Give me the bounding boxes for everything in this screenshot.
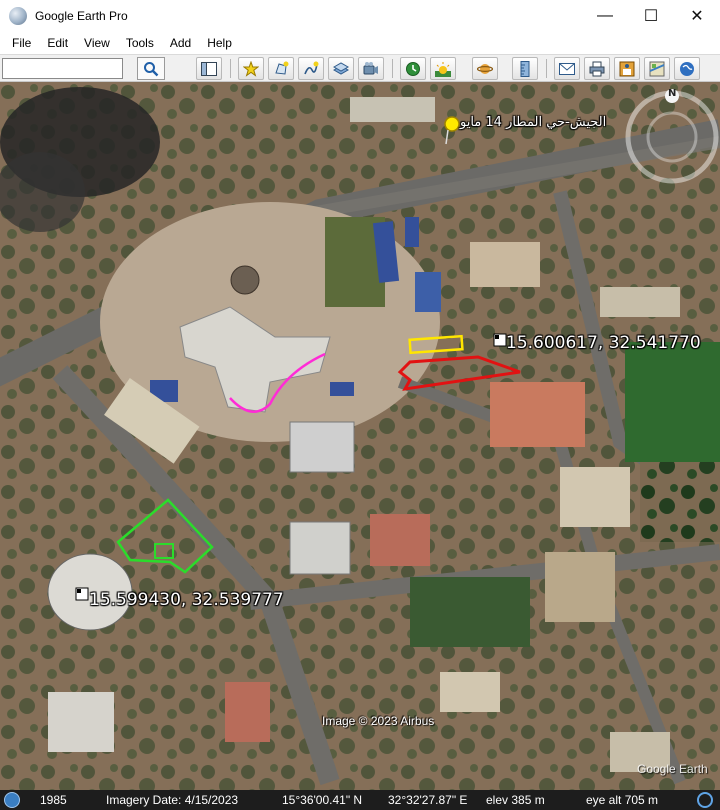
search-button[interactable]: [137, 57, 165, 80]
coordinate-label[interactable]: 15.600617, 32.541770: [506, 333, 701, 353]
elevation-readout: elev 385 m: [486, 793, 545, 807]
coordinate-marker-icon[interactable]: [75, 587, 89, 601]
earth-gallery-icon: [680, 61, 694, 76]
add-image-overlay-icon: [333, 61, 349, 75]
toolbar: [0, 54, 720, 82]
imagery-date: Imagery Date: 4/15/2023: [106, 793, 239, 807]
sunlight-icon: [435, 61, 451, 77]
print-button[interactable]: [584, 57, 610, 80]
search-input[interactable]: [2, 58, 123, 79]
print-icon: [589, 61, 605, 76]
add-placemark-icon: [243, 60, 259, 77]
view-in-maps-icon: [649, 61, 665, 76]
menu-edit[interactable]: Edit: [39, 36, 76, 50]
historical-imagery-icon[interactable]: [4, 792, 20, 808]
status-bar: 1985 Imagery Date: 4/15/2023 15°36'00.41…: [0, 790, 720, 810]
minimize-button[interactable]: —: [582, 0, 628, 32]
sunlight-button[interactable]: [430, 57, 456, 80]
maximize-button[interactable]: ☐: [628, 0, 674, 32]
satellite-imagery: [0, 82, 720, 790]
coordinate-label[interactable]: 15.599430, 32.539777: [89, 590, 284, 610]
add-polygon-button[interactable]: [268, 57, 294, 80]
menu-file[interactable]: File: [4, 36, 39, 50]
compass-north-label: N: [668, 88, 677, 99]
historical-year: 1985: [40, 793, 67, 807]
map-viewport[interactable]: الجيش-حي المطار 14 مايو 15.600617, 32.54…: [0, 82, 720, 790]
save-image-icon: [619, 61, 635, 76]
sidebar-icon: [201, 61, 217, 76]
ruler-button[interactable]: [512, 57, 538, 80]
google-earth-app-icon: [9, 7, 27, 25]
coordinate-marker-icon[interactable]: [493, 333, 507, 347]
email-button[interactable]: [554, 57, 580, 80]
toolbar-separator: [546, 59, 547, 78]
eye-altitude-readout: eye alt 705 m: [586, 793, 659, 807]
longitude-readout: 32°32'27.87" E: [388, 793, 468, 807]
earth-gallery-button[interactable]: [674, 57, 700, 80]
menu-help[interactable]: Help: [199, 36, 240, 50]
placemark-label[interactable]: الجيش-حي المطار 14 مايو: [460, 115, 606, 130]
add-image-overlay-button[interactable]: [328, 57, 354, 80]
window-controls: — ☐ ✕: [582, 0, 720, 32]
google-earth-watermark: Google Earth: [637, 762, 708, 776]
menu-add[interactable]: Add: [162, 36, 199, 50]
streaming-status-icon: [697, 792, 713, 808]
planets-icon: [477, 63, 493, 74]
record-tour-icon: [363, 61, 378, 74]
add-placemark-button[interactable]: [238, 57, 264, 80]
window-title: Google Earth Pro: [35, 9, 128, 23]
historical-imagery-button[interactable]: [400, 57, 426, 80]
add-path-icon: [304, 61, 319, 74]
close-button[interactable]: ✕: [674, 0, 720, 32]
email-icon: [559, 62, 575, 75]
add-path-button[interactable]: [298, 57, 324, 80]
ruler-icon: [520, 60, 530, 77]
save-image-button[interactable]: [614, 57, 640, 80]
planets-button[interactable]: [472, 57, 498, 80]
toolbar-separator: [230, 59, 231, 78]
menu-bar: File Edit View Tools Add Help: [0, 32, 720, 54]
latitude-readout: 15°36'00.41" N: [282, 793, 363, 807]
toolbar-separator: [392, 59, 393, 78]
title-bar: Google Earth Pro — ☐ ✕: [0, 0, 720, 32]
sidebar-button[interactable]: [196, 57, 222, 80]
search-icon: [144, 61, 159, 76]
record-tour-button[interactable]: [358, 57, 384, 80]
add-polygon-icon: [275, 61, 289, 75]
menu-tools[interactable]: Tools: [118, 36, 162, 50]
view-in-maps-button[interactable]: [644, 57, 670, 80]
historical-imagery-icon: [406, 61, 420, 76]
imagery-attribution: Image © 2023 Airbus: [322, 714, 435, 728]
menu-view[interactable]: View: [76, 36, 118, 50]
